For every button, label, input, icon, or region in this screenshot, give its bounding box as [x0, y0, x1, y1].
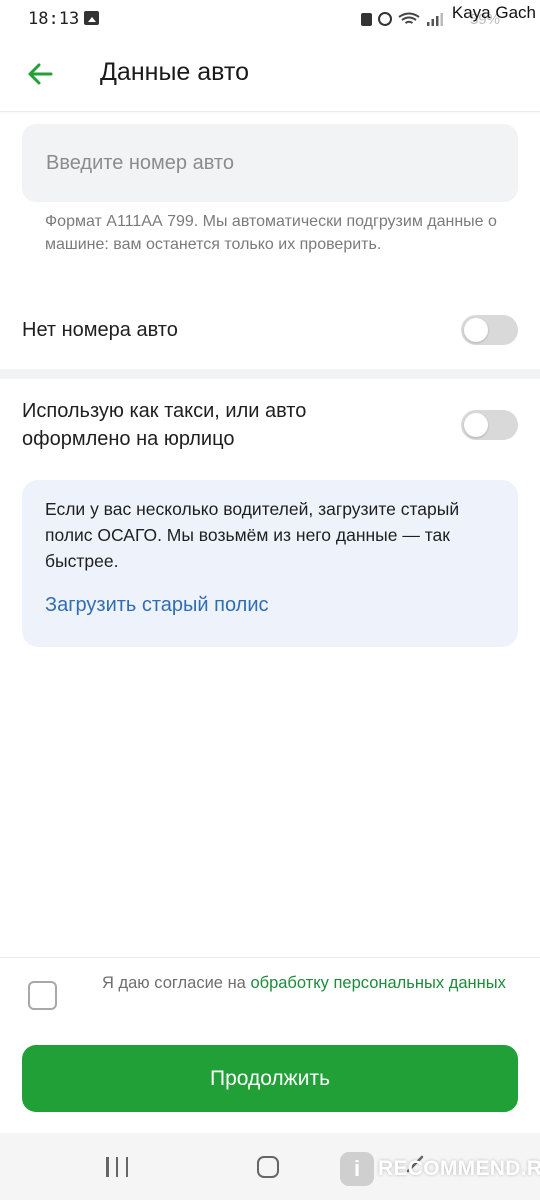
- consent-prefix: Я даю согласие на: [102, 974, 251, 992]
- section-divider: [0, 369, 540, 379]
- status-time: 18:13: [28, 9, 80, 29]
- taxi-label: Использую как такси, или авто оформлено …: [22, 400, 307, 450]
- watermark-text: RECOMMEND.RU: [378, 1157, 540, 1180]
- status-icons: [361, 9, 444, 29]
- photo-icon: [84, 11, 99, 25]
- plate-number-input[interactable]: [46, 151, 494, 175]
- recents-bar: [115, 1157, 119, 1177]
- no-plate-label: Нет номера авто: [22, 319, 178, 341]
- watermark-badge: i: [340, 1152, 374, 1186]
- continue-button[interactable]: Продолжить: [22, 1045, 518, 1112]
- app-header: Данные авто: [0, 38, 540, 112]
- watermark-username: Kaya Gach: [451, 3, 536, 22]
- watermark: i RECOMMEND.RU: [340, 1148, 540, 1190]
- no-plate-row: Нет номера авто: [22, 313, 518, 347]
- personal-data-link[interactable]: обработку персональных данных: [250, 974, 505, 992]
- taxi-toggle[interactable]: [461, 410, 518, 440]
- info-card-text: Если у вас несколько водителей, загрузит…: [45, 499, 460, 571]
- taxi-row: Использую как такси, или авто оформлено …: [22, 396, 518, 454]
- upload-old-policy-link[interactable]: Загрузить старый полис: [45, 594, 269, 617]
- home-button[interactable]: [257, 1156, 279, 1178]
- toggle-knob: [464, 318, 488, 342]
- plate-number-field[interactable]: [22, 124, 518, 202]
- consent-divider: [0, 957, 540, 958]
- toggle-knob: [464, 413, 488, 437]
- info-card: Если у вас несколько водителей, загрузит…: [22, 480, 518, 647]
- recents-bar: [106, 1157, 109, 1177]
- consent-text: Я даю согласие на обработку персональных…: [102, 972, 512, 995]
- status-bar: 18:13 59% Kaya Gach: [0, 0, 540, 38]
- no-plate-toggle[interactable]: [461, 315, 518, 345]
- plate-format-hint: Формат А111АА 799. Мы автоматически подг…: [45, 213, 497, 253]
- page-title: Данные авто: [100, 58, 249, 86]
- lock-icon: [361, 12, 372, 26]
- back-button[interactable]: [22, 56, 58, 92]
- arrow-left-icon: [28, 63, 53, 85]
- recents-button[interactable]: [106, 1157, 128, 1177]
- alarm-icon: [378, 12, 392, 26]
- consent-checkbox[interactable]: [28, 981, 57, 1010]
- recents-bar: [125, 1157, 128, 1177]
- signal-icon: [427, 13, 443, 26]
- wifi-icon: [398, 12, 420, 24]
